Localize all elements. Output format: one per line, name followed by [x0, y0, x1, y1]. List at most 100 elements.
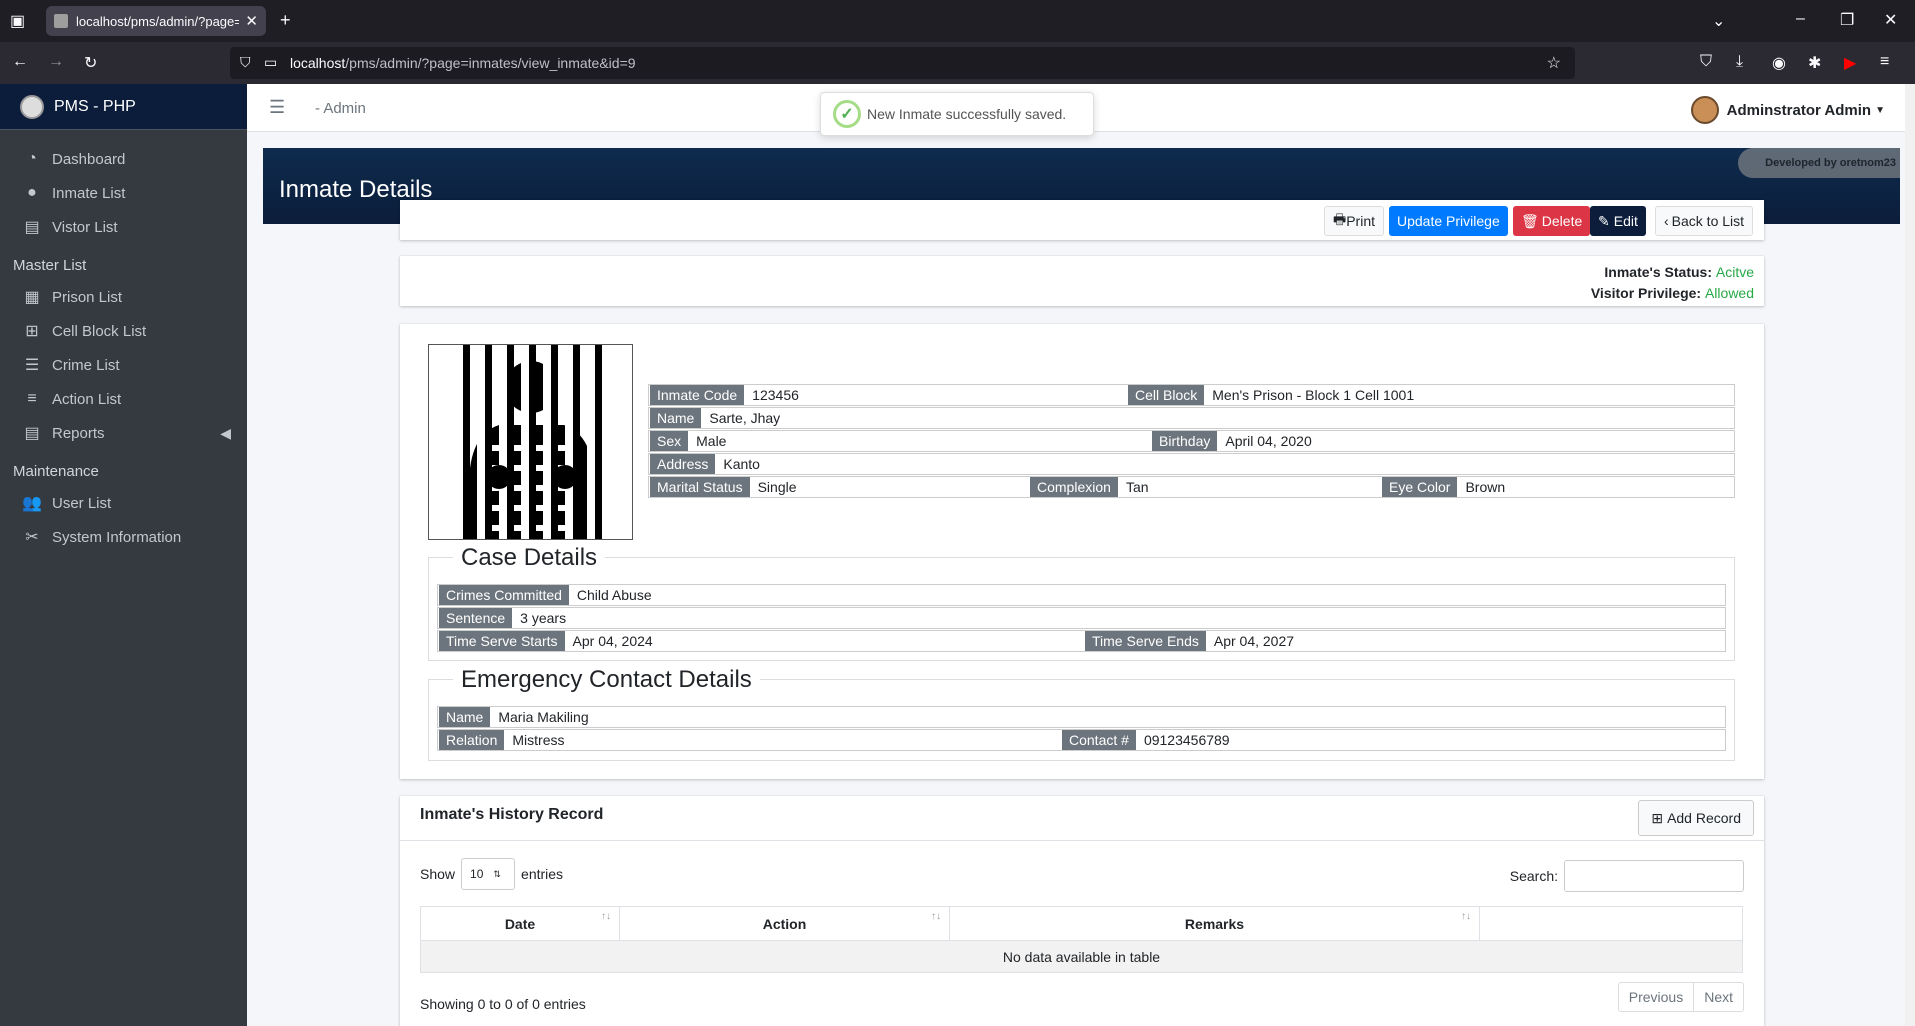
shield-icon[interactable]: ⛉ [240, 54, 251, 71]
downloads-icon[interactable]: ⤓ [1736, 53, 1743, 71]
tab-title: localhost/pms/admin/?page=in [76, 13, 240, 29]
column-header-remarks[interactable]: Remarks ↑↓ [949, 906, 1480, 941]
tab-list-icon[interactable]: ⌄ [1712, 11, 1725, 31]
account-icon[interactable]: ◉ [1772, 53, 1786, 73]
search-input[interactable] [1564, 860, 1744, 892]
sidebar-item-label: System Information [52, 528, 182, 546]
entries-select[interactable]: 10 ⇅ [461, 858, 516, 890]
column-header-date[interactable]: Date ↑↓ [420, 906, 620, 941]
sidebar-item-inmate-list[interactable]: ● Inmate List [0, 176, 247, 210]
history-title: Inmate's History Record [420, 806, 604, 823]
restore-icon[interactable]: ❐ [1840, 10, 1854, 30]
sidebar-item-user-list[interactable]: 👥 User List [0, 486, 247, 520]
sidebar-item-label: Crime List [52, 356, 120, 374]
edit-label: Edit [1613, 213, 1638, 229]
inmate-sex: Male [696, 433, 727, 449]
url-bar[interactable]: ⛉ ▭ localhost/pms/admin/?page=inmates/vi… [230, 47, 1575, 79]
close-window-icon[interactable]: ✕ [1884, 10, 1897, 30]
time-serve-ends: Apr 04, 2027 [1213, 633, 1295, 649]
edit-icon: ✎ [1598, 212, 1610, 229]
field-label: Eye Color [1382, 477, 1458, 497]
field-label: Address [650, 454, 716, 474]
inmate-status: Inmate's Status: Acitve [1604, 264, 1754, 280]
close-tab-icon[interactable]: ✕ [245, 12, 258, 30]
minimize-icon[interactable]: – [1796, 10, 1805, 28]
sidebar-item-label: Action List [52, 390, 122, 408]
menu-icon[interactable]: ≡ [1880, 53, 1889, 71]
field-label: Cell Block [1128, 385, 1205, 405]
add-record-button[interactable]: ⊞ Add Record [1638, 800, 1754, 836]
sidebar-item-cell-block-list[interactable]: ⊞ Cell Block List [0, 314, 247, 348]
youtube-icon[interactable]: ▶ [1844, 53, 1856, 73]
hamburger-menu-icon[interactable]: ☰ [269, 97, 285, 118]
sidebar-item-reports[interactable]: ▤ Reports ◀ [0, 416, 247, 450]
brand[interactable]: PMS - PHP [0, 84, 247, 130]
sidebar-item-action-list[interactable]: ≡ Action List [0, 382, 247, 416]
field-label: Birthday [1152, 431, 1218, 451]
toast-message: New Inmate successfully saved. [867, 106, 1067, 122]
sidebar-item-dashboard[interactable]: ◔ Dashboard [0, 142, 247, 176]
entries-value: 10 [470, 867, 484, 881]
sidebar-item-prison-list[interactable]: ▦ Prison List [0, 280, 247, 314]
tab-overview-icon[interactable]: ▣ [10, 11, 25, 31]
inmate-marital: Single [757, 479, 797, 495]
entries-length: Show 10 ⇅ entries [420, 858, 563, 890]
column-header-action[interactable]: Action ↑↓ [619, 906, 950, 941]
user-icon: ● [27, 184, 37, 201]
browser-tabbar: ▣ localhost/pms/admin/?page=in ✕ + ⌄ – ❐… [0, 0, 1915, 42]
emergency-contact-section: Emergency Contact Details Name Maria Maki… [428, 666, 1735, 761]
history-card: Inmate's History Record ⊞ Add Record Show… [400, 796, 1764, 1026]
time-serve-starts: Apr 04, 2024 [572, 633, 653, 649]
row-time-serve: Time Serve Starts Apr 04, 2024 Time Serve… [437, 630, 1726, 652]
pocket-icon[interactable]: ⛉ [1700, 53, 1712, 71]
status-label: Inmate's Status: [1604, 264, 1712, 280]
user-menu[interactable]: Adminstrator Admin ▼ [1690, 96, 1885, 124]
scrollbar[interactable] [1905, 84, 1915, 1026]
update-privilege-button[interactable]: Update Privilege [1389, 206, 1508, 236]
row-crimes: Crimes Committed Child Abuse [437, 584, 1726, 606]
delete-button[interactable]: 🗑 Delete [1513, 206, 1591, 236]
row-marital: Marital Status Single Complexion Tan Eye C… [648, 476, 1735, 498]
row-address: Address Kanto [648, 453, 1735, 475]
inmate-address: Kanto [723, 456, 760, 472]
table-icon: ▦ [24, 289, 40, 306]
row-emergency-name: Name Maria Makiling [437, 706, 1726, 728]
add-record-label: Add Record [1667, 810, 1741, 826]
field-label: Contact # [1062, 730, 1136, 750]
check-icon: ✓ [833, 100, 861, 128]
new-tab-icon[interactable]: + [280, 10, 291, 31]
developed-by-badge: Developed by oretnom23 [1738, 148, 1900, 178]
sidebar-item-visitor-list[interactable]: ▤ Vistor List [0, 210, 247, 244]
page-info-icon[interactable]: ▭ [264, 54, 277, 71]
sentence: 3 years [520, 610, 567, 626]
edit-button[interactable]: ✎ Edit [1590, 206, 1646, 236]
print-button[interactable]: 🖶 Print [1324, 206, 1385, 236]
url-path: /pms/admin/?page=inmates/view_inmate&id=… [345, 55, 636, 71]
column-label: Action [762, 915, 807, 932]
back-to-list-button[interactable]: ‹ Back to List [1655, 206, 1754, 236]
previous-button[interactable]: Previous [1619, 983, 1693, 1011]
sort-asc-icon: ↑↓ [601, 911, 611, 922]
sidebar-item-label: Dashboard [52, 150, 126, 168]
file-icon: ▤ [24, 219, 40, 236]
forward-icon[interactable]: → [48, 53, 64, 71]
case-details-section: Case Details Crimes Committed Child Abuse… [428, 544, 1735, 661]
status-card: Inmate's Status: Acitve Visitor Privileg… [400, 256, 1764, 306]
bookmark-star-icon[interactable]: ☆ [1547, 53, 1561, 73]
sidebar-header-maintenance: Maintenance [13, 463, 99, 480]
sidebar-item-system-information[interactable]: ✂ System Information [0, 520, 247, 554]
extensions-icon[interactable]: ✱ [1808, 53, 1821, 73]
back-icon[interactable]: ← [12, 53, 28, 71]
column-header-actions [1479, 906, 1743, 941]
field-label: Sentence [439, 608, 513, 628]
privilege-label: Visitor Privilege: [1590, 285, 1702, 301]
reload-icon[interactable]: ↻ [84, 53, 97, 73]
next-button[interactable]: Next [1693, 983, 1743, 1011]
history-table: Date ↑↓ Action ↑↓ Remarks ↑↓ No data availa… [420, 906, 1743, 973]
privilege-value: Allowed [1704, 285, 1754, 301]
crimes-committed: Child Abuse [576, 587, 652, 603]
browser-tab[interactable]: localhost/pms/admin/?page=in ✕ [46, 6, 266, 36]
sidebar-item-crime-list[interactable]: ☰ Crime List [0, 348, 247, 382]
url-host: localhost [290, 55, 346, 71]
brand-logo-icon [20, 94, 44, 119]
